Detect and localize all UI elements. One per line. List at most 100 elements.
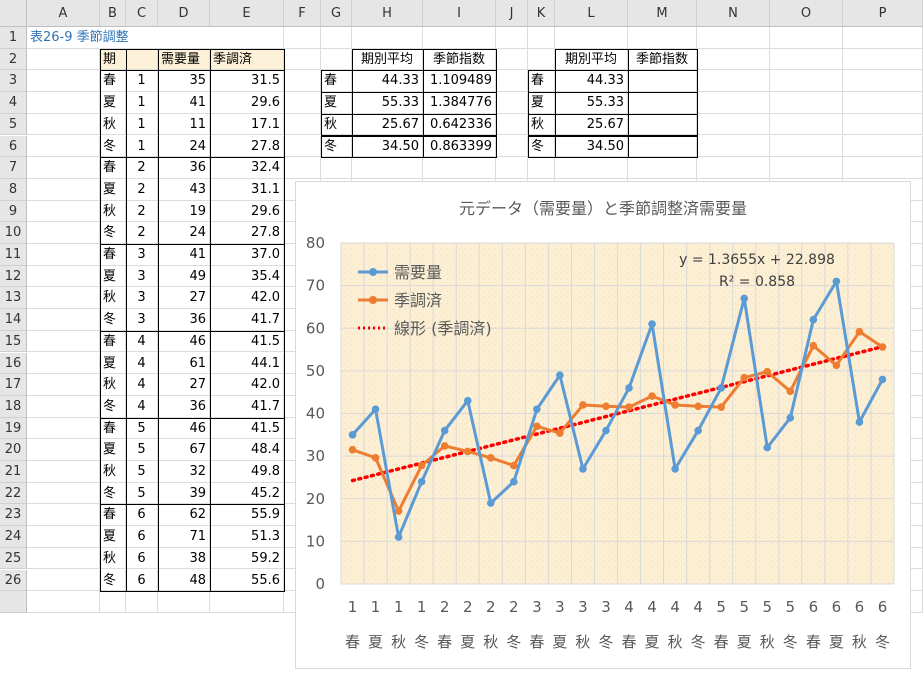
season-cell[interactable]: 秋 [100,547,126,570]
cell[interactable] [628,157,697,179]
demand-cell[interactable]: 27 [158,287,210,310]
adjusted-cell[interactable]: 31.1 [210,178,284,201]
column-header-P[interactable]: P [843,0,923,27]
demand-cell[interactable]: 49 [158,265,210,288]
demand-cell[interactable]: 36 [158,395,210,418]
idx1-index[interactable]: 0.642336 [423,113,496,136]
adjusted-cell[interactable]: 48.4 [210,439,284,461]
season-cell[interactable]: 冬 [100,482,126,505]
cell[interactable] [770,27,843,49]
demand-cell[interactable]: 46 [158,330,210,353]
idx2-season[interactable]: 秋 [528,113,555,136]
demand-cell[interactable]: 27 [158,374,210,396]
adjusted-cell[interactable]: 32.4 [210,157,284,179]
row-header-16[interactable]: 16 [0,352,27,375]
season-cell[interactable]: 夏 [100,178,126,201]
year-cell[interactable]: 6 [126,526,158,548]
demand-cell[interactable]: 24 [158,222,210,244]
row-header-5[interactable]: 5 [0,113,27,136]
year-cell[interactable]: 5 [126,439,158,461]
adjusted-cell[interactable]: 59.2 [210,547,284,570]
cell[interactable] [321,157,352,179]
adjusted-cell[interactable]: 37.0 [210,244,284,266]
header-adjusted[interactable]: 季調済 [210,48,284,71]
column-header-F[interactable]: F [284,0,321,27]
chart-object[interactable]: 元データ（需要量）と季節調整済需要量 0 10 20 30 40 50 60 70 80 1春1… [295,181,911,669]
cell[interactable] [496,135,528,158]
cell[interactable] [27,48,100,71]
select-all-corner[interactable] [0,0,27,27]
cell[interactable] [528,157,555,179]
idx1-avg[interactable]: 34.50 [352,135,423,158]
year-cell[interactable]: 1 [126,113,158,136]
idx2-header-avg[interactable]: 期別平均 [555,48,628,71]
idx1-index[interactable]: 1.109489 [423,70,496,93]
cell[interactable] [528,48,555,71]
cell[interactable] [496,27,528,49]
adjusted-cell[interactable]: 41.5 [210,330,284,353]
cell[interactable] [697,157,770,179]
year-cell[interactable]: 2 [126,222,158,244]
cell[interactable] [843,157,923,179]
row-header-8[interactable]: 8 [0,178,27,201]
season-cell[interactable]: 秋 [100,113,126,136]
column-header-I[interactable]: I [423,0,496,27]
demand-cell[interactable]: 11 [158,113,210,136]
adjusted-cell[interactable]: 41.5 [210,417,284,440]
row-header-18[interactable]: 18 [0,395,27,418]
idx1-season[interactable]: 夏 [321,92,352,114]
cell[interactable] [496,157,528,179]
cell[interactable] [27,244,100,266]
cell[interactable] [158,591,210,613]
season-cell[interactable]: 夏 [100,439,126,461]
cell[interactable] [210,591,284,613]
column-header-H[interactable]: H [352,0,423,27]
row-header-24[interactable]: 24 [0,526,27,548]
row-header-3[interactable]: 3 [0,70,27,93]
cell[interactable] [770,157,843,179]
season-cell[interactable]: 冬 [100,222,126,244]
row-header-7[interactable]: 7 [0,157,27,179]
adjusted-cell[interactable]: 45.2 [210,482,284,505]
idx1-header-index[interactable]: 季節指数 [423,48,496,71]
cell[interactable] [27,92,100,114]
idx2-season[interactable]: 春 [528,70,555,93]
cell[interactable] [628,27,697,49]
idx2-avg[interactable]: 34.50 [555,135,628,158]
row-header-4[interactable]: 4 [0,92,27,114]
adjusted-cell[interactable]: 51.3 [210,526,284,548]
row-header-14[interactable]: 14 [0,309,27,331]
year-cell[interactable]: 1 [126,70,158,93]
cell[interactable] [843,27,923,49]
cell[interactable] [27,374,100,396]
idx2-header-index[interactable]: 季節指数 [628,48,697,71]
demand-cell[interactable]: 46 [158,417,210,440]
cell[interactable] [27,222,100,244]
demand-cell[interactable]: 67 [158,439,210,461]
cell[interactable] [27,569,100,592]
row-header-13[interactable]: 13 [0,287,27,310]
season-cell[interactable]: 春 [100,70,126,93]
season-cell[interactable]: 春 [100,157,126,179]
idx1-avg[interactable]: 55.33 [352,92,423,114]
year-cell[interactable]: 4 [126,395,158,418]
cell[interactable] [697,48,770,71]
demand-cell[interactable]: 35 [158,70,210,93]
row-header-20[interactable]: 20 [0,439,27,461]
season-cell[interactable]: 冬 [100,569,126,592]
idx1-season[interactable]: 秋 [321,113,352,136]
demand-cell[interactable]: 48 [158,569,210,592]
adjusted-cell[interactable]: 27.8 [210,135,284,158]
row-header-15[interactable]: 15 [0,330,27,353]
row-header-21[interactable]: 21 [0,461,27,483]
demand-cell[interactable]: 41 [158,92,210,114]
demand-cell[interactable]: 41 [158,244,210,266]
cell[interactable] [27,352,100,375]
demand-cell[interactable]: 39 [158,482,210,505]
row-header-23[interactable]: 23 [0,504,27,527]
adjusted-cell[interactable]: 55.6 [210,569,284,592]
sheet-title[interactable]: 表26-9 季節調整 [27,27,227,49]
row-header-11[interactable]: 11 [0,244,27,266]
cell[interactable] [770,135,843,158]
cell[interactable] [284,70,321,93]
